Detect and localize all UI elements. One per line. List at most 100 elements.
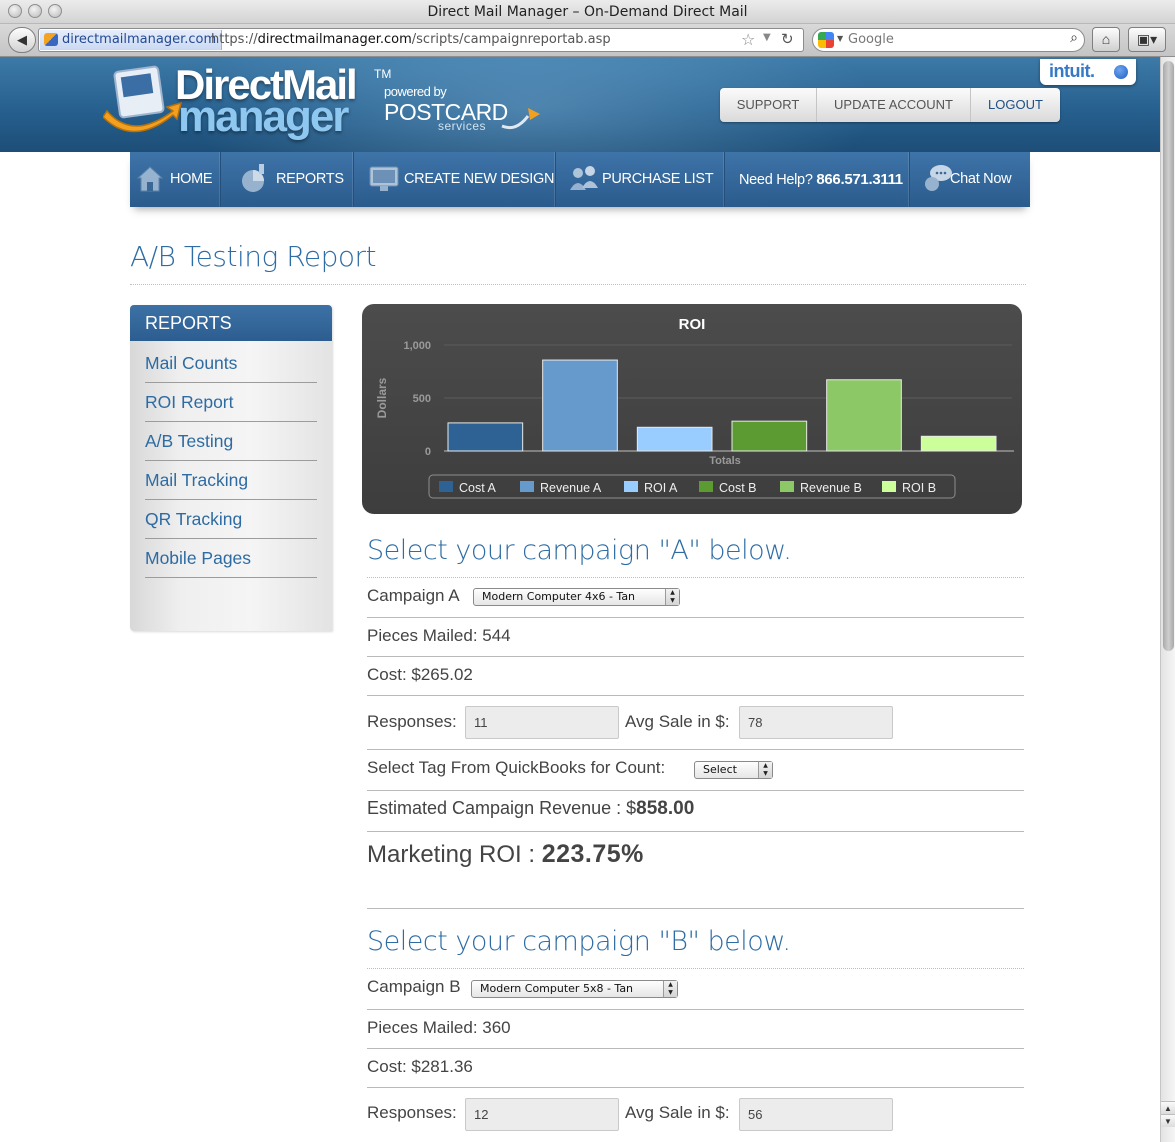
- campaign-b-pieces-mailed: Pieces Mailed: 360: [367, 1018, 511, 1037]
- legend-item: ROI A: [644, 481, 678, 495]
- row-divider: [367, 1048, 1024, 1049]
- address-bar[interactable]: directmailmanager.com https://directmail…: [38, 28, 804, 52]
- campaign-b-avg-sale-input[interactable]: 56: [739, 1098, 893, 1131]
- row-divider: [367, 617, 1024, 618]
- search-icon[interactable]: ⌕: [1070, 30, 1078, 46]
- bar-roi-a: [636, 426, 713, 452]
- select-arrows-icon: ▲ ▼: [663, 981, 677, 997]
- estimated-revenue-label: Estimated Campaign Revenue : $: [367, 798, 637, 818]
- legend-swatch: [699, 481, 713, 492]
- marketing-roi-label: Marketing ROI :: [367, 841, 542, 868]
- bookmarks-icon: ▣▾: [1136, 31, 1158, 47]
- sidebar-item-roi-report[interactable]: ROI Report: [145, 383, 317, 422]
- campaign-a-heading: Select your campaign "A" below.: [367, 535, 792, 566]
- nav-create-new-design-label: CREATE NEW DESIGN: [404, 171, 555, 187]
- legend-swatch: [439, 481, 453, 492]
- logout-link[interactable]: LOGOUT: [971, 88, 1060, 122]
- campaign-a-marketing-roi: Marketing ROI : 223.75%: [367, 840, 644, 869]
- sidebar-item-mobile-pages[interactable]: Mobile Pages: [145, 539, 317, 578]
- url-path: /scripts/campaignreportab.asp: [411, 32, 611, 47]
- y-tick-label: 500: [413, 393, 431, 405]
- campaign-b-label: Campaign B: [367, 977, 461, 996]
- intuit-badge[interactable]: intuit.: [1040, 59, 1136, 85]
- bar-revenue-a: [542, 359, 618, 452]
- campaign-b-select-value: Modern Computer 5x8 - Tan: [480, 982, 634, 995]
- row-divider: [367, 831, 1024, 832]
- legend-item: Revenue B: [800, 481, 862, 495]
- quickbooks-tag-select[interactable]: Select ▲ ▼: [694, 761, 773, 779]
- bar-cost-b: [731, 420, 808, 452]
- page-scrollbar[interactable]: ▲ ▼: [1160, 57, 1175, 1142]
- campaign-b-avg-sale-label: Avg Sale in $:: [625, 1103, 730, 1122]
- row-divider: [367, 695, 1024, 696]
- logo-trademark: TM: [374, 67, 392, 81]
- bar-revenue-b: [826, 379, 902, 452]
- home-icon: [136, 166, 164, 192]
- nav-chat-now[interactable]: Chat Now: [910, 152, 1030, 207]
- page-title: A/B Testing Report: [130, 240, 377, 273]
- select-arrows-icon: ▲ ▼: [758, 762, 772, 778]
- site-header: DirectMail manager TM powered by POSTCAR…: [0, 57, 1160, 152]
- window-title: Direct Mail Manager – On-Demand Direct M…: [427, 4, 748, 20]
- quickbooks-tag-label: Select Tag From QuickBooks for Count:: [367, 758, 666, 777]
- search-engine-dropdown-icon[interactable]: ▼: [837, 34, 843, 43]
- legend-item: ROI B: [902, 481, 936, 495]
- main-navigation: HOME REPORTS CREATE NEW DESIGN PURCHASE …: [130, 152, 1030, 207]
- campaign-b-cost: Cost: $281.36: [367, 1057, 473, 1076]
- title-divider: [130, 284, 1026, 285]
- nav-create-new-design[interactable]: CREATE NEW DESIGN: [354, 152, 556, 207]
- url-text[interactable]: https://directmailmanager.com/scripts/ca…: [211, 29, 611, 51]
- campaign-b-heading: Select your campaign "B" below.: [367, 926, 791, 957]
- estimated-revenue-value: 858.00: [636, 798, 695, 819]
- campaign-a-select-value: Modern Computer 4x6 - Tan: [482, 590, 636, 603]
- people-icon: [570, 166, 598, 190]
- need-help-phone: Need Help? 866.571.3111: [725, 152, 910, 207]
- nav-purchase-list[interactable]: PURCHASE LIST: [556, 152, 725, 207]
- home-button[interactable]: ⌂: [1092, 27, 1120, 52]
- campaign-a-cost: Cost: $265.02: [367, 665, 473, 684]
- update-account-link[interactable]: UPDATE ACCOUNT: [817, 88, 971, 122]
- roi-chart-svg: ROI 0 500 1,000 Dollars Totals Cost A Revenue A…: [375, 316, 1014, 499]
- sidebar-item-mail-counts[interactable]: Mail Counts: [145, 344, 317, 383]
- sidebar-item-qr-tracking[interactable]: QR Tracking: [145, 500, 317, 539]
- campaign-a-avg-sale-input[interactable]: 78: [739, 706, 893, 739]
- nav-home-label: HOME: [170, 171, 213, 187]
- scroll-down-arrow-icon[interactable]: ▼: [1161, 1114, 1175, 1127]
- sidebar-item-ab-testing[interactable]: A/B Testing: [145, 422, 317, 461]
- site-identity-button[interactable]: directmailmanager.com: [40, 30, 223, 50]
- logo-text-manager: manager: [178, 92, 349, 141]
- bar-cost-a: [447, 422, 524, 452]
- row-divider: [367, 749, 1024, 750]
- back-button[interactable]: ◀: [8, 27, 36, 53]
- sidebar-heading: REPORTS: [130, 305, 332, 341]
- scrollbar-thumb[interactable]: [1163, 61, 1174, 651]
- bookmark-star-icon[interactable]: ☆: [741, 30, 755, 49]
- campaign-a-pieces-mailed: Pieces Mailed: 544: [367, 626, 511, 645]
- browser-toolbar: ◀ directmailmanager.com https://directma…: [0, 24, 1175, 57]
- select-arrows-icon: ▲ ▼: [665, 589, 679, 605]
- legend-item: Cost A: [459, 481, 496, 495]
- scroll-up-arrow-icon[interactable]: ▲: [1161, 1101, 1175, 1114]
- google-engine-icon[interactable]: [818, 32, 834, 48]
- search-input[interactable]: Google: [848, 32, 894, 47]
- nav-reports[interactable]: REPORTS: [221, 152, 354, 207]
- nav-home[interactable]: HOME: [130, 152, 221, 207]
- sidebar-item-mail-tracking[interactable]: Mail Tracking: [145, 461, 317, 500]
- search-bar[interactable]: ▼ Google ⌕: [812, 28, 1085, 52]
- direct-mail-manager-logo-icon[interactable]: [103, 63, 183, 143]
- nav-chat-now-label: Chat Now: [950, 171, 1012, 187]
- bookmarks-menu-button[interactable]: ▣▾: [1128, 27, 1166, 52]
- campaign-b-select[interactable]: Modern Computer 5x8 - Tan ▲ ▼: [471, 980, 678, 998]
- campaign-b-responses-input[interactable]: 12: [465, 1098, 619, 1131]
- account-links-bar: SUPPORT UPDATE ACCOUNT LOGOUT: [720, 88, 1060, 122]
- x-axis-label: Totals: [709, 455, 741, 467]
- pie-chart-icon: [242, 164, 264, 192]
- intuit-status-icon: [1114, 65, 1128, 79]
- campaign-a-select[interactable]: Modern Computer 4x6 - Tan ▲ ▼: [473, 588, 680, 606]
- history-dropdown-icon[interactable]: ▼: [763, 32, 771, 43]
- reload-icon[interactable]: ↻: [781, 30, 794, 48]
- campaign-a-responses-input[interactable]: 11: [465, 706, 619, 739]
- nav-reports-label: REPORTS: [276, 171, 344, 187]
- support-link[interactable]: SUPPORT: [720, 88, 817, 122]
- legend-swatch: [780, 481, 794, 492]
